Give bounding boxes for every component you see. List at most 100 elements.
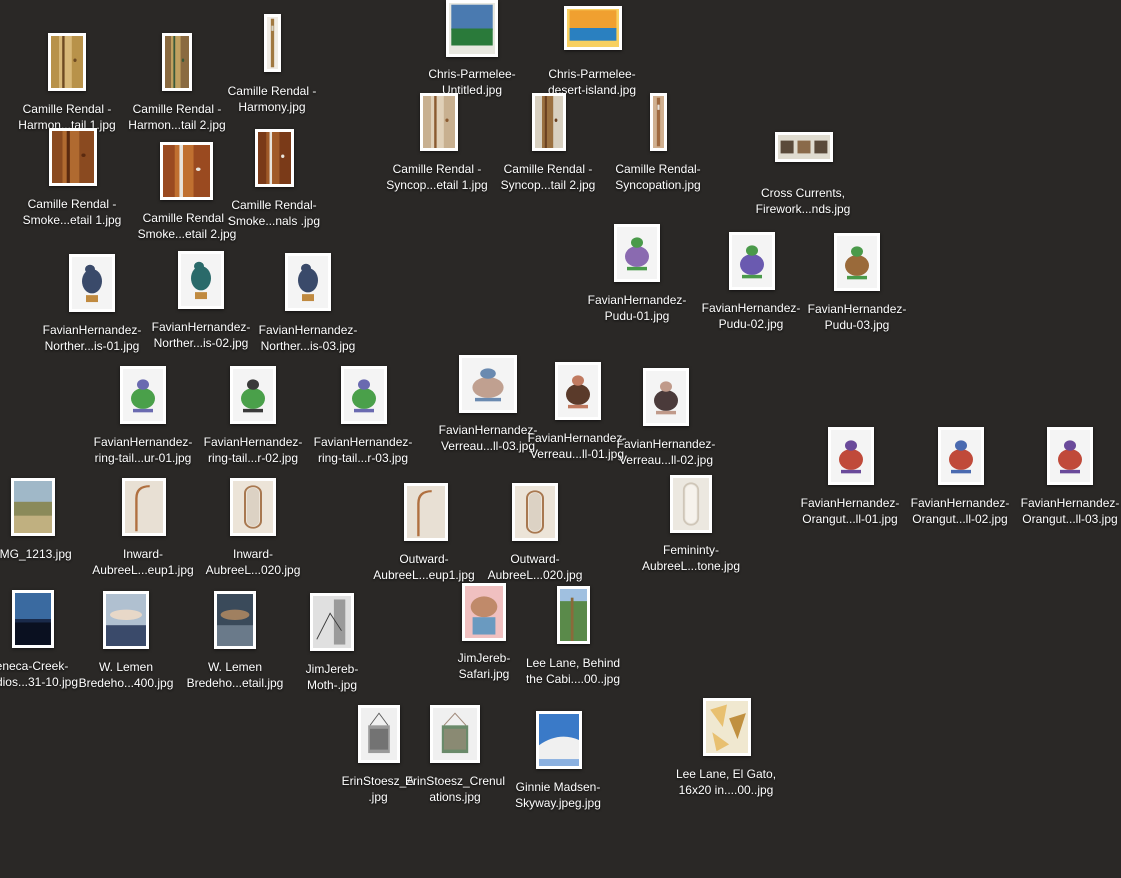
wood-panel-thumbnail[interactable] xyxy=(48,33,86,91)
file-name-label[interactable]: FavianHernandez- Pudu-03.jpg xyxy=(802,301,912,333)
file-name-label[interactable]: FavianHernandez- Norther...is-03.jpg xyxy=(253,322,363,354)
landscape-painting-thumbnail[interactable] xyxy=(446,0,498,57)
file-name-label[interactable]: W. Lemen Bredeho...400.jpg xyxy=(71,659,181,691)
file-name-label[interactable]: Femininty- AubreeL...tone.jpg xyxy=(636,542,746,574)
file-name-label[interactable]: Camille Rendal- Syncopation.jpg xyxy=(603,161,713,193)
wood-panel-thumbnail[interactable] xyxy=(532,93,566,151)
file-name-label[interactable]: W. Lemen Bredeho...etail.jpg xyxy=(180,659,290,691)
file-name-line-2: ring-tail...ur-01.jpg xyxy=(94,451,192,465)
file-name-line-1: Ginnie Madsen- xyxy=(515,780,601,794)
file-name-label[interactable]: FavianHernandez-ring-tail...ur-01.jpg xyxy=(88,434,198,466)
file-name-label[interactable]: Camille Rendal- Smoke...nals .jpg xyxy=(219,197,329,229)
tall-sculpture-thumbnail[interactable] xyxy=(650,93,667,151)
file-name-line-2: Syncop...etail 1.jpg xyxy=(386,178,488,192)
seascape-painting-thumbnail[interactable] xyxy=(214,591,256,649)
arch-sculpture-thumbnail[interactable] xyxy=(122,478,166,536)
file-name-line-1: W. Lemen xyxy=(98,660,154,674)
file-name-label[interactable]: Inward- AubreeL...eup1.jpg xyxy=(88,546,198,578)
night-photo-thumbnail[interactable] xyxy=(12,590,54,648)
file-name-label[interactable]: Outward- AubreeL...020.jpg xyxy=(480,551,590,583)
file-name-line-2: Norther...is-01.jpg xyxy=(44,339,140,353)
animal-sculpture-thumbnail[interactable] xyxy=(459,355,517,413)
wall-hanging-thumbnail[interactable] xyxy=(358,705,400,763)
panoramic-artwork-thumbnail[interactable] xyxy=(775,132,833,162)
file-name-line-2: Orangut...ll-02.jpg xyxy=(912,512,1008,526)
wood-panel-thumbnail[interactable] xyxy=(420,93,458,151)
animal-sculpture-thumbnail[interactable] xyxy=(1047,427,1093,485)
animal-sculpture-thumbnail[interactable] xyxy=(555,362,601,420)
file-name-label[interactable]: FavianHernandez- Pudu-02.jpg xyxy=(696,300,806,332)
file-name-label[interactable]: IMG_1213.jpg xyxy=(0,546,89,562)
animal-sculpture-thumbnail[interactable] xyxy=(230,366,276,424)
file-name-line-1: FavianHernandez- xyxy=(313,435,413,449)
file-name-label[interactable]: ErinStoesz_Crenul ations.jpg xyxy=(400,773,510,805)
file-name-label[interactable]: FavianHernandez- Norther...is-02.jpg xyxy=(146,319,256,351)
file-name-label[interactable]: Outward- AubreeL...eup1.jpg xyxy=(369,551,479,583)
animal-sculpture-thumbnail[interactable] xyxy=(834,233,880,291)
file-name-line-2: Syncopation.jpg xyxy=(615,178,701,192)
landscape-painting-thumbnail[interactable] xyxy=(564,6,622,50)
bird-sculpture-thumbnail[interactable] xyxy=(285,253,331,311)
landscape-photo-thumbnail[interactable] xyxy=(11,478,55,536)
sky-painting-thumbnail[interactable] xyxy=(536,711,582,769)
file-name-label[interactable]: Lee Lane, Behind the Cabi....00..jpg xyxy=(518,655,628,687)
oval-sculpture-thumbnail[interactable] xyxy=(512,483,558,541)
arch-sculpture-thumbnail[interactable] xyxy=(404,483,448,541)
file-name-label[interactable]: FavianHernandez- Orangut...ll-03.jpg xyxy=(1015,495,1121,527)
painting-thumbnail[interactable] xyxy=(462,583,506,641)
file-name-label[interactable]: Camille Rendal - Syncop...tail 2.jpg xyxy=(493,161,603,193)
oval-sculpture-thumbnail[interactable] xyxy=(230,478,276,536)
file-name-label[interactable]: FavianHernandez- Orangut...ll-02.jpg xyxy=(905,495,1015,527)
file-name-line-1: Chris-Parmelee- xyxy=(428,67,516,81)
forest-painting-thumbnail[interactable] xyxy=(557,586,590,644)
file-name-line-2: AubreeL...eup1.jpg xyxy=(92,563,194,577)
file-name-label[interactable]: Inward- AubreeL...020.jpg xyxy=(198,546,308,578)
file-name-label[interactable]: JimJereb- Moth-.jpg xyxy=(277,661,387,693)
file-name-line-1: Lee Lane, El Gato, xyxy=(675,767,777,781)
animal-sculpture-thumbnail[interactable] xyxy=(341,366,387,424)
file-name-label[interactable]: FavianHernandez-ring-tail...r-02.jpg xyxy=(198,434,308,466)
animal-sculpture-thumbnail[interactable] xyxy=(828,427,874,485)
drawing-thumbnail[interactable] xyxy=(310,593,354,651)
file-name-label[interactable]: Cross Currents, Firework...nds.jpg xyxy=(748,185,858,217)
wood-panel-thumbnail[interactable] xyxy=(162,33,192,91)
file-name-label[interactable]: FavianHernandez- Orangut...ll-01.jpg xyxy=(795,495,905,527)
file-name-line-1: FavianHernandez- xyxy=(701,301,801,315)
file-name-line-1: Camille Rendal - xyxy=(132,102,222,116)
file-name-label[interactable]: FavianHernandez- Verreau...ll-02.jpg xyxy=(611,436,721,468)
tall-sculpture-thumbnail[interactable] xyxy=(264,14,281,72)
file-name-label[interactable]: Camille Rendal - Smoke...etail 1.jpg xyxy=(17,196,127,228)
animal-sculpture-thumbnail[interactable] xyxy=(120,366,166,424)
wood-panel-thumbnail[interactable] xyxy=(255,129,294,187)
file-name-label[interactable]: FavianHernandez-ring-tail...r-03.jpg xyxy=(308,434,418,466)
wood-panel-thumbnail[interactable] xyxy=(160,142,213,200)
oval-sculpture-thumbnail[interactable] xyxy=(670,475,712,533)
wall-hanging-thumbnail[interactable] xyxy=(430,705,480,763)
file-name-label[interactable]: FavianHernandez- Norther...is-01.jpg xyxy=(37,322,147,354)
file-name-label[interactable]: FavianHernandez- Pudu-01.jpg xyxy=(582,292,692,324)
file-name-line-1: Chris-Parmelee- xyxy=(548,67,636,81)
bird-sculpture-thumbnail[interactable] xyxy=(178,251,224,309)
file-name-line-2: Norther...is-02.jpg xyxy=(153,336,249,350)
file-name-line-1: FavianHernandez- xyxy=(587,293,687,307)
file-name-label[interactable]: Camille Rendal - Syncop...etail 1.jpg xyxy=(382,161,492,193)
animal-sculpture-thumbnail[interactable] xyxy=(614,224,660,282)
bird-sculpture-thumbnail[interactable] xyxy=(69,254,115,312)
abstract-painting-thumbnail[interactable] xyxy=(703,698,751,756)
animal-sculpture-thumbnail[interactable] xyxy=(938,427,984,485)
wood-panel-thumbnail[interactable] xyxy=(49,128,97,186)
file-name-line-2: Pudu-02.jpg xyxy=(718,317,784,331)
file-name-label[interactable]: Lee Lane, El Gato, 16x20 in....00..jpg xyxy=(671,766,781,798)
file-name-line-1: Femininty- xyxy=(662,543,719,557)
file-name-line-1: FavianHernandez- xyxy=(616,437,716,451)
file-name-label[interactable]: Ginnie Madsen- Skyway.jpeg.jpg xyxy=(503,779,613,811)
animal-sculpture-thumbnail[interactable] xyxy=(643,368,689,426)
file-name-line-1: Outward- xyxy=(510,552,560,566)
desktop: Camille Rendal - Harmon...tail 1.jpg Camil… xyxy=(0,0,1121,878)
animal-sculpture-thumbnail[interactable] xyxy=(729,232,775,290)
file-name-line-1: Outward- xyxy=(399,552,449,566)
file-name-label[interactable]: Camille Rendal - Harmony.jpg xyxy=(217,83,327,115)
file-name-line-2: the Cabi....00..jpg xyxy=(525,672,621,686)
seascape-painting-thumbnail[interactable] xyxy=(103,591,149,649)
file-name-label[interactable]: Camille Rendal - Harmon...tail 2.jpg xyxy=(122,101,232,133)
